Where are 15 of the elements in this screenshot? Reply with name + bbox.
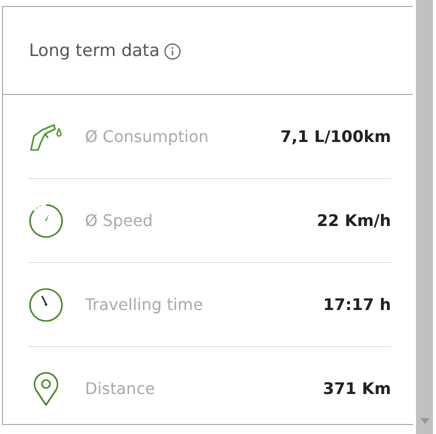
clock-icon [28,286,64,322]
scrollbar[interactable] [416,0,433,434]
stat-value: 371 Km [322,379,391,398]
stat-value: 7,1 L/100km [280,127,391,146]
stat-value: 22 Km/h [316,211,391,230]
speedometer-icon [28,202,64,238]
scroll-down-icon[interactable] [420,418,430,424]
section-title: Long term data [29,40,160,60]
stat-label: Travelling time [85,295,204,314]
stat-value: 17:17 h [323,295,391,314]
fuel-nozzle-icon [28,122,64,152]
stat-label: Ø Consumption [85,127,210,146]
info-icon[interactable] [164,42,181,60]
stat-label: Ø Speed [85,211,154,230]
stat-label: Distance [85,379,156,398]
